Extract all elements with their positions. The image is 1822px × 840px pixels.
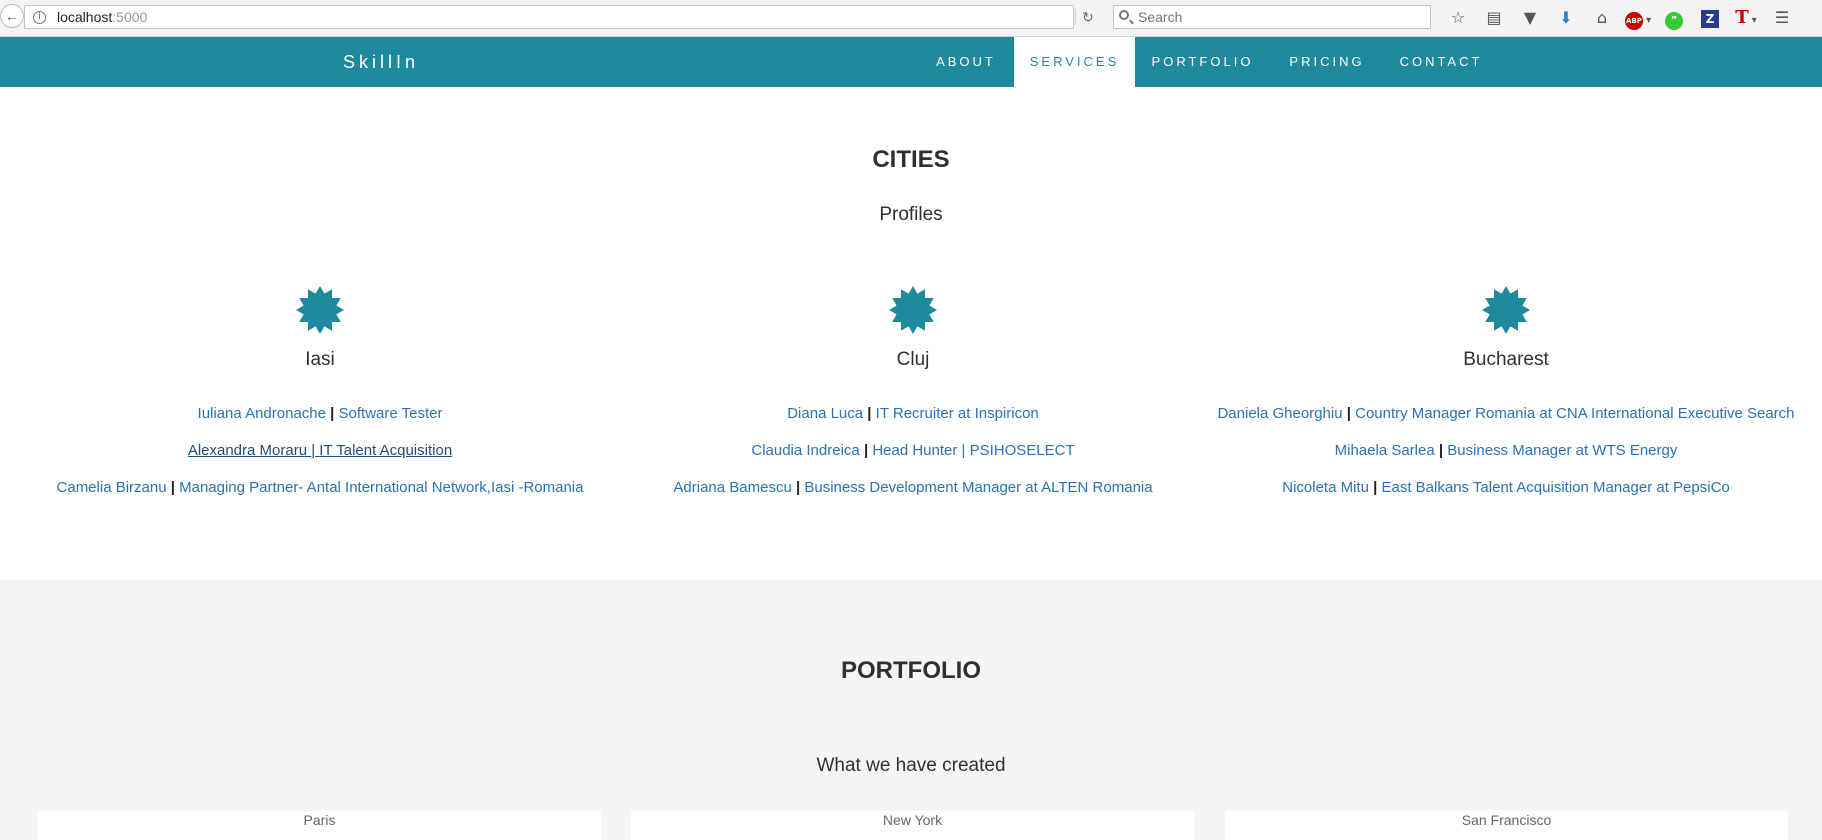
- profile-person-link[interactable]: Diana Luca: [787, 405, 863, 422]
- brand-logo[interactable]: SkillIn: [343, 37, 419, 87]
- home-icon[interactable]: ⌂: [1584, 7, 1620, 29]
- profile-person-link[interactable]: Daniela Gheorghiu: [1217, 405, 1342, 422]
- profile-item: Iuliana Andronache | Software Tester: [20, 404, 620, 441]
- separator: |: [795, 479, 801, 496]
- profile-role-link[interactable]: IT Recruiter at Inspiricon: [876, 405, 1039, 422]
- url-host: localhost: [57, 9, 113, 25]
- city-name: Cluj: [896, 349, 930, 370]
- profile-role-link[interactable]: Software Tester: [339, 405, 443, 422]
- portfolio-card-san-francisco[interactable]: San Francisco: [1225, 811, 1788, 840]
- address-bar[interactable]: i localhost:5000 ↻: [24, 5, 1094, 29]
- quote-icon[interactable]: ”: [1656, 7, 1692, 30]
- separator: |: [863, 442, 869, 459]
- portfolio-card-paris[interactable]: Paris: [38, 811, 601, 840]
- profile-role-link[interactable]: Business Manager at WTS Energy: [1447, 442, 1677, 459]
- nav-about[interactable]: ABOUT: [925, 37, 1007, 87]
- separator: |: [330, 405, 335, 422]
- cities-title: CITIES: [872, 146, 950, 173]
- separator: |: [867, 405, 872, 422]
- separator: |: [170, 479, 175, 496]
- profile-list: Daniela Gheorghiu | Country Manager Roma…: [1206, 404, 1806, 515]
- adblock-icon[interactable]: ABP ▾: [1620, 7, 1656, 30]
- portfolio-subtitle: What we have created: [816, 755, 1006, 776]
- profile-item: Claudia Indreica | Head Hunter | PSIHOSE…: [613, 441, 1213, 478]
- profile-role-link[interactable]: Country Manager Romania at CNA Internati…: [1355, 405, 1794, 422]
- info-icon[interactable]: i: [33, 11, 46, 24]
- profile-role-link[interactable]: Head Hunter | PSIHOSELECT: [872, 442, 1074, 459]
- url-port: :5000: [112, 9, 148, 25]
- nav-portfolio[interactable]: PORTFOLIO: [1141, 37, 1264, 87]
- toolbar-icons: ☆ ▤ ▼ ⬇ ⌂ ABP ▾ ” Z T ▾ ☰: [1440, 7, 1800, 30]
- address-divider: [1075, 9, 1076, 25]
- profile-list: Diana Luca | IT Recruiter at Inspiricon …: [613, 404, 1213, 515]
- profile-list: Iuliana Andronache | Software Tester Ale…: [20, 404, 620, 515]
- portfolio-title: PORTFOLIO: [841, 657, 981, 684]
- cities-subtitle: Profiles: [879, 204, 943, 225]
- menu-icon[interactable]: ☰: [1764, 7, 1800, 29]
- profile-role-link[interactable]: East Balkans Talent Acquisition Manager …: [1381, 479, 1729, 496]
- city-name: Bucharest: [1463, 349, 1549, 370]
- back-arrow-icon[interactable]: ←: [0, 4, 24, 28]
- search-box[interactable]: [1113, 5, 1431, 29]
- profile-role-link[interactable]: IT Talent Acquisition: [319, 442, 452, 459]
- profile-person-link[interactable]: Adriana Bamescu: [673, 479, 791, 496]
- starburst-icon: [296, 286, 344, 334]
- star-icon[interactable]: ☆: [1440, 7, 1476, 29]
- search-input[interactable]: [1138, 7, 1418, 27]
- nav-pricing[interactable]: PRICING: [1280, 37, 1374, 87]
- profile-item: Camelia Birzanu | Managing Partner- Anta…: [20, 478, 620, 515]
- separator: |: [1438, 442, 1444, 459]
- profile-item: Alexandra Moraru | IT Talent Acquisition: [20, 441, 620, 478]
- starburst-icon: [889, 286, 937, 334]
- profile-item: Mihaela Sarlea | Business Manager at WTS…: [1206, 441, 1806, 478]
- city-column-iasi: Iasi Iuliana Andronache | Software Teste…: [20, 285, 620, 515]
- download-icon[interactable]: ⬇: [1548, 7, 1584, 29]
- t-icon[interactable]: T ▾: [1728, 7, 1764, 29]
- nav-contact[interactable]: CONTACT: [1391, 37, 1491, 87]
- reload-icon[interactable]: ↻: [1082, 6, 1102, 28]
- profile-person-link[interactable]: Mihaela Sarlea: [1335, 442, 1435, 459]
- nav-services[interactable]: SERVICES: [1014, 37, 1135, 87]
- profile-person-link[interactable]: Iuliana Andronache: [198, 405, 326, 422]
- portfolio-section: [0, 580, 1822, 840]
- search-icon: [1119, 10, 1129, 20]
- zotero-icon[interactable]: Z: [1692, 7, 1728, 29]
- starburst-icon: [1482, 286, 1530, 334]
- city-name: Iasi: [305, 349, 335, 370]
- separator: |: [1373, 479, 1378, 496]
- portfolio-card-new-york[interactable]: New York: [631, 811, 1194, 840]
- profile-role-link[interactable]: Business Development Manager at ALTEN Ro…: [804, 479, 1152, 496]
- profile-person-link[interactable]: Nicoleta Mitu: [1282, 479, 1369, 496]
- url-text: localhost:5000: [57, 6, 147, 28]
- profile-item: Diana Luca | IT Recruiter at Inspiricon: [613, 404, 1213, 441]
- separator: |: [311, 442, 316, 459]
- separator-link[interactable]: |: [307, 442, 319, 459]
- city-column-bucharest: Bucharest Daniela Gheorghiu | Country Ma…: [1206, 285, 1806, 515]
- profile-item: Nicoleta Mitu | East Balkans Talent Acqu…: [1206, 478, 1806, 515]
- profile-person-link[interactable]: Claudia Indreica: [751, 442, 859, 459]
- pocket-icon[interactable]: ▼: [1512, 7, 1548, 29]
- separator: |: [1346, 405, 1351, 422]
- profile-item: Adriana Bamescu | Business Development M…: [613, 478, 1213, 515]
- profile-role-link[interactable]: Managing Partner- Antal International Ne…: [179, 479, 583, 496]
- profile-item: Daniela Gheorghiu | Country Manager Roma…: [1206, 404, 1806, 441]
- city-column-cluj: Cluj Diana Luca | IT Recruiter at Inspir…: [613, 285, 1213, 515]
- profile-person-link[interactable]: Alexandra Moraru: [188, 442, 307, 459]
- browser-toolbar: ← i localhost:5000 ↻ ☆ ▤ ▼ ⬇ ⌂ ABP ▾ ” Z…: [0, 0, 1822, 37]
- profile-person-link[interactable]: Camelia Birzanu: [57, 479, 167, 496]
- site-navbar: SkillIn ABOUT SERVICES PORTFOLIO PRICING…: [0, 37, 1822, 87]
- reader-icon[interactable]: ▤: [1476, 7, 1512, 29]
